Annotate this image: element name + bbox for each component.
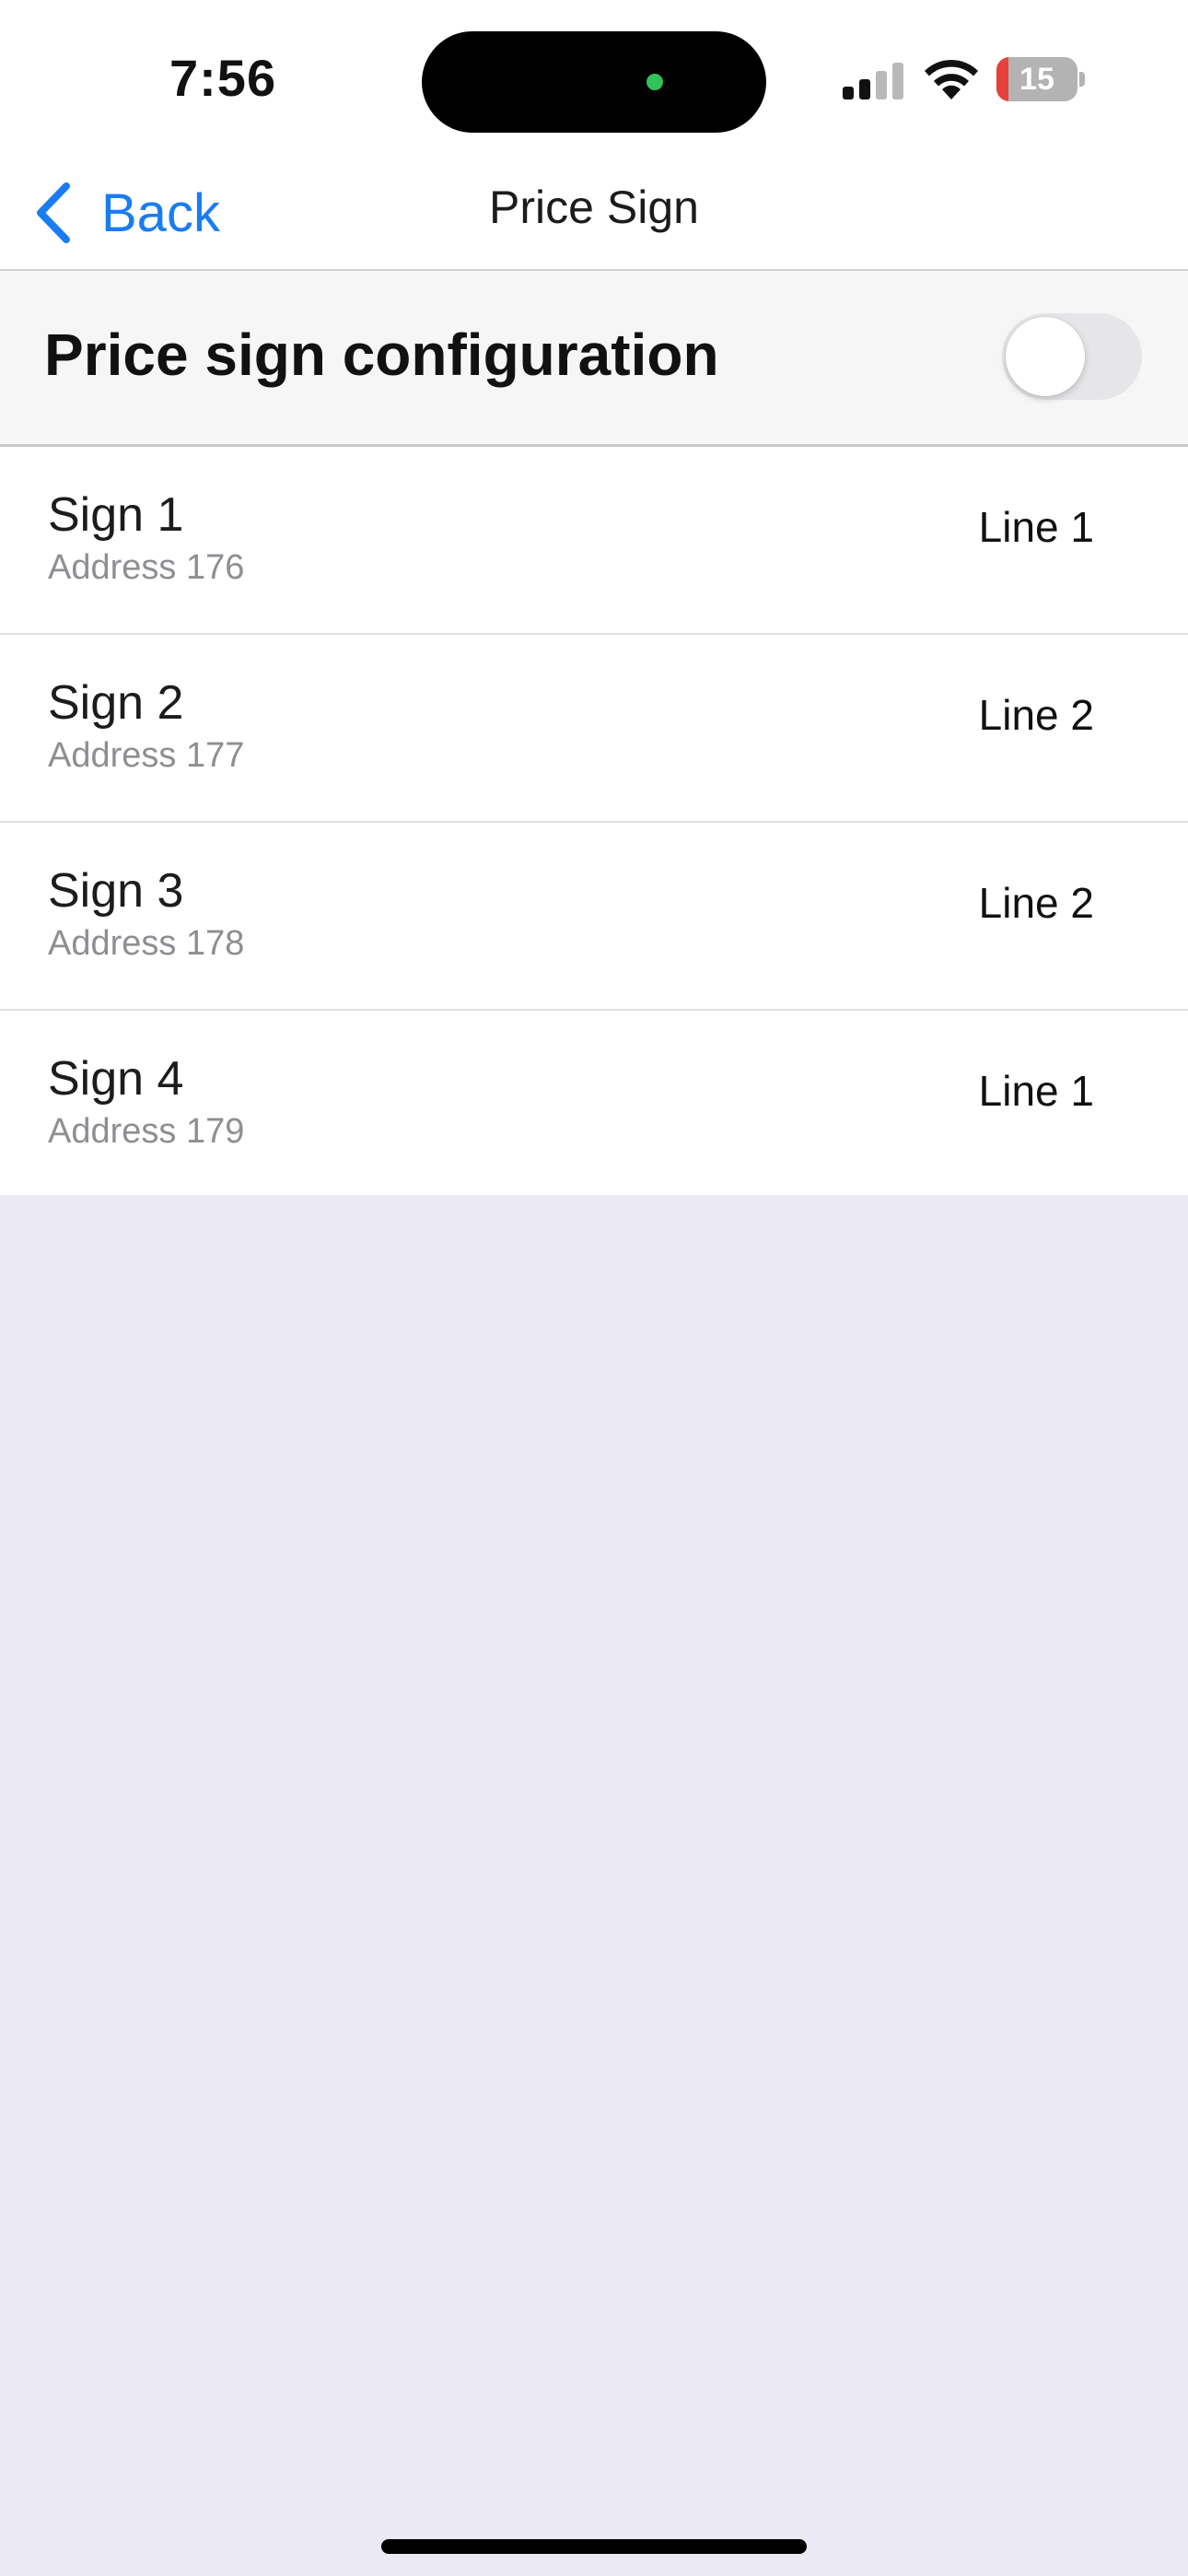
sign-list: Sign 1 Address 176 Line 1 Sign 2 Address… (0, 447, 1188, 1195)
sign-line-value: Line 2 (978, 879, 1094, 927)
navigation-bar: Back Price Sign (0, 157, 1188, 271)
battery-icon: 15 (996, 57, 1085, 101)
sign-address: Address 179 (48, 1112, 245, 1151)
sign-row-4[interactable]: Sign 4 Address 179 Line 1 (0, 1011, 1188, 1195)
sign-address: Address 178 (48, 924, 245, 963)
camera-indicator-dot (646, 74, 663, 90)
page-title: Price Sign (489, 181, 699, 233)
toggle-knob (1006, 317, 1085, 396)
battery-level: 15 (1019, 62, 1054, 97)
status-bar: 7:56 15 (0, 0, 1188, 157)
sign-row-1[interactable]: Sign 1 Address 176 Line 1 (0, 447, 1188, 635)
sign-line-value: Line 1 (978, 503, 1094, 551)
battery-body: 15 (996, 57, 1077, 101)
sign-line-value: Line 2 (978, 691, 1094, 739)
status-time: 7:56 (169, 49, 277, 107)
sign-name: Sign 2 (48, 676, 184, 730)
sign-name: Sign 4 (48, 1052, 184, 1106)
home-indicator[interactable] (381, 2539, 807, 2554)
config-header: Price sign configuration (0, 271, 1188, 447)
config-title: Price sign configuration (44, 322, 719, 388)
dynamic-island (422, 31, 766, 133)
sign-row-2[interactable]: Sign 2 Address 177 Line 2 (0, 635, 1188, 823)
battery-nub (1079, 72, 1085, 87)
cellular-signal-icon (843, 63, 903, 100)
screen: 7:56 15 Back Price Sign Price sign confi… (0, 0, 1188, 2576)
sign-address: Address 177 (48, 736, 245, 775)
sign-line-value: Line 1 (978, 1067, 1094, 1115)
sign-row-3[interactable]: Sign 3 Address 178 Line 2 (0, 823, 1188, 1011)
sign-name: Sign 3 (48, 864, 184, 918)
sign-name: Sign 1 (48, 488, 184, 542)
sign-address: Address 176 (48, 548, 245, 587)
wifi-icon (925, 59, 978, 100)
config-enabled-toggle[interactable] (1002, 313, 1142, 400)
